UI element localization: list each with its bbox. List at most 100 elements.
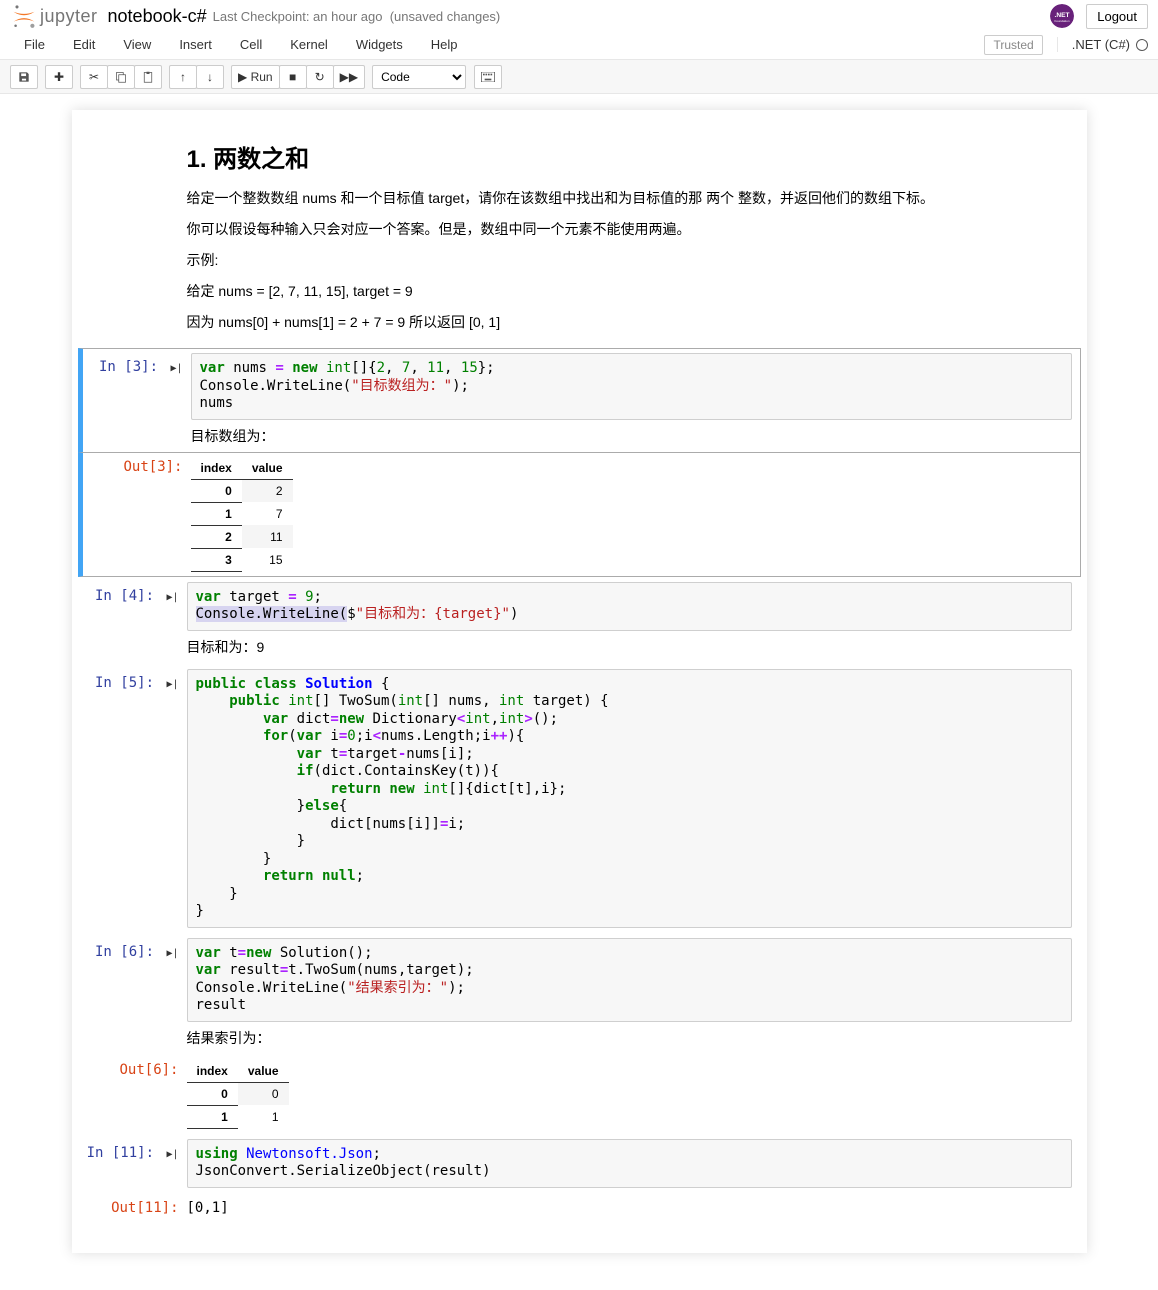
td: 15 [242,548,293,571]
checkpoint-time: Last Checkpoint: an hour ago [213,9,383,24]
menu-file[interactable]: File [10,33,59,56]
copy-button[interactable] [107,65,135,89]
notebook-container: 1. 两数之和 给定一个整数数组 nums 和一个目标值 target，请你在该… [72,110,1087,1253]
menu-widgets[interactable]: Widgets [342,33,417,56]
in-prompt: In [6]: [95,944,154,960]
save-status: (unsaved changes) [390,9,501,24]
cell-type-select[interactable]: Code [372,65,466,89]
menu-cell[interactable]: Cell [226,33,276,56]
in-prompt: In [11]: [87,1145,154,1161]
heading-title: 1. 两数之和 [187,139,934,174]
arrow-down-icon: ↓ [207,70,213,84]
paste-button[interactable] [134,65,162,89]
code-input[interactable]: var t=new Solution(); var result=t.TwoSu… [187,938,1072,1022]
run-cell-icon[interactable]: ▶| [166,948,178,959]
scissors-icon: ✂ [89,70,99,84]
code-input[interactable]: var target = 9; Console.WriteLine($"目标和为… [187,582,1072,631]
kernel-status-icon [1136,39,1148,51]
stop-icon: ■ [289,70,296,84]
stdout: 目标数组为： [191,420,1072,448]
kernel-name[interactable]: .NET (C#) [1057,37,1130,52]
td: 11 [242,525,293,548]
td: 1 [238,1105,289,1128]
dotnet-logo-icon: .NET Foundation [1050,4,1074,28]
in-prompt: In [3]: [99,359,158,375]
menu-kernel[interactable]: Kernel [276,33,342,56]
arrow-up-icon: ↑ [180,70,186,84]
out-prompt: Out[3]: [123,459,182,475]
save-icon [18,71,30,83]
paragraph: 因为 nums[0] + nums[1] = 2 + 7 = 9 所以返回 [0… [187,312,934,333]
td: 0 [191,479,242,502]
code-input[interactable]: using Newtonsoft.Json; JsonConvert.Seria… [187,1139,1072,1188]
plus-icon: ✚ [54,70,64,84]
run-cell-icon[interactable]: ▶| [166,1149,178,1160]
menu-insert[interactable]: Insert [165,33,226,56]
header-bar: jupyter notebook-c# Last Checkpoint: an … [0,0,1158,30]
restart-run-all-button[interactable]: ▶▶ [333,65,365,89]
restart-button[interactable]: ↻ [306,65,334,89]
svg-text:.NET: .NET [1055,12,1070,19]
stdout: 目标和为：9 [187,631,1072,659]
code-cell-6-output: Out[6]: index value 00 11 [78,1055,1081,1134]
insert-cell-button[interactable]: ✚ [45,65,73,89]
stdout: 结果索引为： [187,1022,1072,1050]
th-index: index [187,1060,238,1083]
restart-icon: ↻ [315,70,325,84]
jupyter-logo[interactable]: jupyter [10,2,98,30]
td: 0 [238,1082,289,1105]
output-table: index value 00 11 [187,1060,289,1129]
paragraph: 示例: [187,250,934,271]
jupyter-icon [10,2,38,30]
run-label: Run [251,70,273,84]
move-up-button[interactable]: ↑ [169,65,197,89]
code-cell-11[interactable]: In [11]: ▶| using Newtonsoft.Json; JsonC… [78,1134,1081,1193]
command-palette-button[interactable] [474,65,502,89]
td: 2 [242,479,293,502]
menu-help[interactable]: Help [417,33,472,56]
brand-text: jupyter [40,6,98,27]
run-icon: ▶ [238,70,247,84]
td: 3 [191,548,242,571]
code-input[interactable]: var nums = new int[]{2, 7, 11, 15}; Cons… [191,353,1072,420]
out-prompt: Out[6]: [119,1062,178,1078]
keyboard-icon [481,72,495,82]
result-text: [0,1] [187,1194,1072,1218]
code-cell-11-output: Out[11]: [0,1] [78,1193,1081,1223]
code-input[interactable]: public class Solution { public int[] Two… [187,669,1072,928]
td: 1 [191,502,242,525]
menu-edit[interactable]: Edit [59,33,109,56]
th-index: index [191,457,242,480]
markdown-cell[interactable]: 1. 两数之和 给定一个整数数组 nums 和一个目标值 target，请你在该… [78,122,1081,348]
run-button[interactable]: ▶ Run [231,65,280,89]
in-prompt: In [4]: [95,588,154,604]
output-table: index value 02 17 211 315 [191,457,293,572]
menubar: File Edit View Insert Cell Kernel Widget… [0,30,1158,60]
td: 7 [242,502,293,525]
paragraph: 给定 nums = [2, 7, 11, 15], target = 9 [187,281,934,302]
td: 2 [191,525,242,548]
td: 1 [187,1105,238,1128]
code-cell-6[interactable]: In [6]: ▶| var t=new Solution(); var res… [78,933,1081,1055]
run-cell-icon[interactable]: ▶| [166,592,178,603]
code-cell-3[interactable]: In [3]: ▶| var nums = new int[]{2, 7, 11… [78,348,1081,453]
save-button[interactable] [10,65,38,89]
run-cell-icon[interactable]: ▶| [170,363,182,374]
cut-button[interactable]: ✂ [80,65,108,89]
stop-button[interactable]: ■ [279,65,307,89]
trusted-badge[interactable]: Trusted [984,35,1042,55]
run-cell-icon[interactable]: ▶| [166,679,178,690]
svg-text:Foundation: Foundation [1055,19,1070,23]
code-cell-5[interactable]: In [5]: ▶| public class Solution { publi… [78,664,1081,933]
fast-forward-icon: ▶▶ [340,70,358,84]
code-cell-4[interactable]: In [4]: ▶| var target = 9; Console.Write… [78,577,1081,664]
menu-view[interactable]: View [109,33,165,56]
paragraph: 给定一个整数数组 nums 和一个目标值 target，请你在该数组中找出和为目… [187,188,934,209]
checkpoint-status: Last Checkpoint: an hour ago (unsaved ch… [213,9,501,24]
th-value: value [242,457,293,480]
toolbar: ✚ ✂ ↑ ↓ ▶ Run ■ ↻ ▶▶ Code [0,60,1158,94]
logout-button[interactable]: Logout [1086,4,1148,29]
code-cell-3-output: Out[3]: index value 02 17 211 315 [78,453,1081,577]
notebook-name[interactable]: notebook-c# [108,6,207,27]
move-down-button[interactable]: ↓ [196,65,224,89]
